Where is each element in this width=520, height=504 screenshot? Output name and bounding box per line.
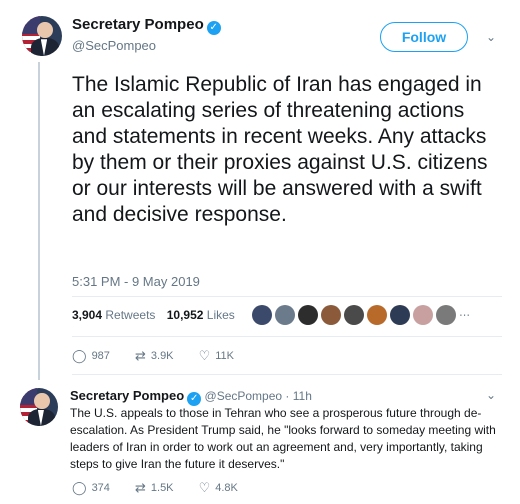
likes-count[interactable]: 10,952 [167,308,204,322]
divider [72,374,502,375]
author-handle[interactable]: @SecPompeo [72,38,156,53]
liker-avatar[interactable] [436,305,456,325]
verified-badge-icon: ✓ [187,392,202,406]
reply-button[interactable]: ◯ 987 [72,348,110,364]
liker-avatar[interactable] [367,305,387,325]
liker-avatar[interactable] [298,305,318,325]
retweet-count: 3.9K [150,350,174,362]
retweet-button[interactable]: ⇄ 1.5K [135,480,174,496]
reply-icon: ◯ [72,480,87,495]
divider [72,296,502,297]
likes-label[interactable]: Likes [207,308,235,322]
author-name[interactable]: Secretary Pompeo [70,388,184,403]
retweet-count: 1.5K [150,482,174,494]
thread-connector-line [38,62,40,380]
author-name-line[interactable]: Secretary Pompeo ✓ [72,16,221,35]
liker-avatar[interactable] [275,305,295,325]
retweet-button[interactable]: ⇄ 3.9K [135,348,174,364]
engagement-stats: 3,904 Retweets 10,952 Likes [72,308,235,322]
reply-text: The U.S. appeals to those in Tehran who … [70,406,496,471]
separator-dot: · [285,389,290,403]
tweet-actions: ◯ 987 ⇄ 3.9K ♡ 11K [72,348,256,366]
tweet-text: The Islamic Republic of Iran has engaged… [72,73,488,226]
retweet-icon: ⇄ [134,480,146,495]
liker-avatar[interactable] [344,305,364,325]
reply-count: 374 [91,482,110,494]
liker-avatar[interactable] [321,305,341,325]
divider [72,336,502,337]
avatar[interactable] [22,16,62,56]
reply-icon: ◯ [72,348,87,363]
reply-button[interactable]: ◯ 374 [72,480,110,496]
reply-actions: ◯ 374 ⇄ 1.5K ♡ 4.8K [72,480,260,498]
liker-avatars[interactable]: ⋯ [252,305,470,327]
author-name[interactable]: Secretary Pompeo [72,16,204,33]
liker-avatar[interactable] [413,305,433,325]
verified-badge-icon: ✓ [206,21,221,35]
like-button[interactable]: ♡ 4.8K [199,480,238,496]
liker-avatar[interactable] [390,305,410,325]
author-handle[interactable]: @SecPompeo [205,389,283,403]
more-likers-icon[interactable]: ⋯ [459,310,470,322]
chevron-down-icon[interactable]: ⌄ [486,388,496,402]
reply-header: Secretary Pompeo ✓ @SecPompeo · 11h [70,388,312,406]
like-button[interactable]: ♡ 11K [199,348,234,364]
liker-avatar[interactable] [252,305,272,325]
retweets-label[interactable]: Retweets [105,308,155,322]
tweet-time[interactable]: 11h [293,389,312,403]
retweet-icon: ⇄ [134,348,146,363]
heart-icon: ♡ [198,480,211,495]
reply-count: 987 [91,350,110,362]
heart-icon: ♡ [198,348,211,363]
like-count: 4.8K [215,482,238,494]
avatar[interactable] [20,388,58,426]
retweets-count[interactable]: 3,904 [72,308,102,322]
chevron-down-icon[interactable]: ⌄ [486,30,496,44]
like-count: 11K [215,350,235,362]
follow-button[interactable]: Follow [380,22,468,52]
tweet-timestamp[interactable]: 5:31 PM - 9 May 2019 [72,274,200,289]
